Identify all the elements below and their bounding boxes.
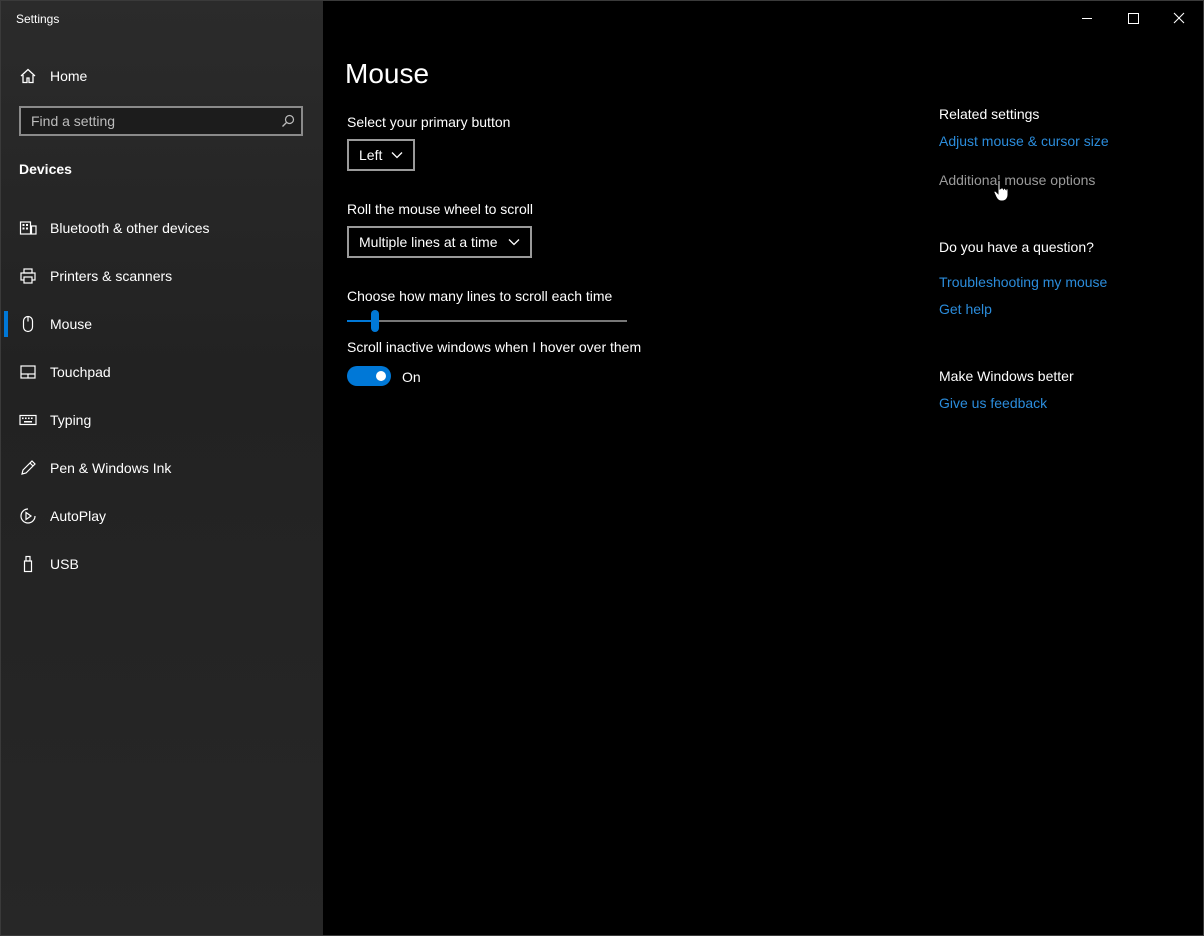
- sidebar-item-label: Pen & Windows Ink: [50, 460, 172, 476]
- sidebar-item-label: Printers & scanners: [50, 268, 173, 284]
- search-box[interactable]: [19, 106, 303, 136]
- give-feedback-link[interactable]: Give us feedback: [939, 395, 1047, 411]
- usb-icon: [23, 555, 33, 573]
- toggle-state-label: On: [402, 369, 421, 385]
- wheel-scroll-label: Roll the mouse wheel to scroll: [347, 201, 533, 217]
- primary-button-dropdown[interactable]: Left: [347, 139, 415, 171]
- main-content: Mouse Select your primary button Left Ro…: [323, 1, 1203, 935]
- slider-track: [347, 320, 627, 322]
- nav-home[interactable]: Home: [1, 59, 323, 93]
- primary-button-label: Select your primary button: [347, 114, 511, 130]
- sidebar-item-mouse[interactable]: Mouse: [1, 304, 323, 344]
- touchpad-icon: [20, 365, 36, 379]
- search-icon[interactable]: [281, 114, 295, 128]
- adjust-cursor-size-link[interactable]: Adjust mouse & cursor size: [939, 133, 1109, 149]
- settings-window: Settings Home Devices Bluetooth &: [0, 0, 1204, 936]
- wheel-scroll-value: Multiple lines at a time: [359, 234, 498, 250]
- wheel-scroll-dropdown[interactable]: Multiple lines at a time: [347, 226, 532, 258]
- section-title: Devices: [19, 161, 72, 177]
- chevron-down-icon: [391, 152, 403, 159]
- mouse-icon: [22, 315, 34, 333]
- get-help-link[interactable]: Get help: [939, 301, 992, 317]
- keyboard-icon: [19, 414, 37, 426]
- sidebar-item-label: Typing: [50, 412, 92, 428]
- app-title: Settings: [16, 12, 60, 26]
- toggle-knob: [376, 371, 386, 381]
- hand-cursor-icon: [993, 179, 1009, 202]
- sidebar: Settings Home Devices Bluetooth &: [1, 1, 323, 935]
- sidebar-item-label: Bluetooth & other devices: [50, 220, 210, 236]
- pen-icon: [21, 460, 36, 475]
- sidebar-item-bluetooth[interactable]: Bluetooth & other devices: [1, 208, 323, 248]
- related-settings-heading: Related settings: [939, 106, 1040, 122]
- question-heading: Do you have a question?: [939, 239, 1094, 255]
- sidebar-item-label: Touchpad: [50, 364, 111, 380]
- selection-indicator: [4, 311, 8, 337]
- sidebar-item-label: AutoPlay: [50, 508, 107, 524]
- home-icon: [20, 68, 36, 84]
- page-title: Mouse: [345, 58, 430, 89]
- sidebar-item-touchpad[interactable]: Touchpad: [1, 352, 323, 392]
- sidebar-item-typing[interactable]: Typing: [1, 400, 323, 440]
- lines-slider-label: Choose how many lines to scroll each tim…: [347, 288, 613, 304]
- lines-slider[interactable]: [347, 310, 627, 332]
- make-windows-better-heading: Make Windows better: [939, 368, 1074, 384]
- sidebar-item-autoplay[interactable]: AutoPlay: [1, 496, 323, 536]
- slider-thumb[interactable]: [371, 310, 379, 332]
- search-input[interactable]: [21, 108, 281, 134]
- sidebar-item-pen[interactable]: Pen & Windows Ink: [1, 448, 323, 488]
- inactive-scroll-toggle[interactable]: [347, 366, 391, 386]
- nav-home-label: Home: [50, 68, 88, 84]
- troubleshooting-link[interactable]: Troubleshooting my mouse: [939, 274, 1107, 290]
- chevron-down-icon: [508, 239, 520, 246]
- primary-button-value: Left: [359, 147, 383, 163]
- sidebar-item-label: Mouse: [50, 316, 93, 332]
- sidebar-item-usb[interactable]: USB: [1, 544, 323, 584]
- sidebar-item-label: USB: [50, 556, 79, 572]
- inactive-scroll-label: Scroll inactive windows when I hover ove…: [347, 339, 642, 355]
- bluetooth-devices-icon: [19, 221, 37, 235]
- printer-icon: [20, 268, 36, 284]
- sidebar-item-printers[interactable]: Printers & scanners: [1, 256, 323, 296]
- autoplay-icon: [20, 508, 36, 524]
- additional-mouse-options-link[interactable]: Additional mouse options: [939, 172, 1095, 188]
